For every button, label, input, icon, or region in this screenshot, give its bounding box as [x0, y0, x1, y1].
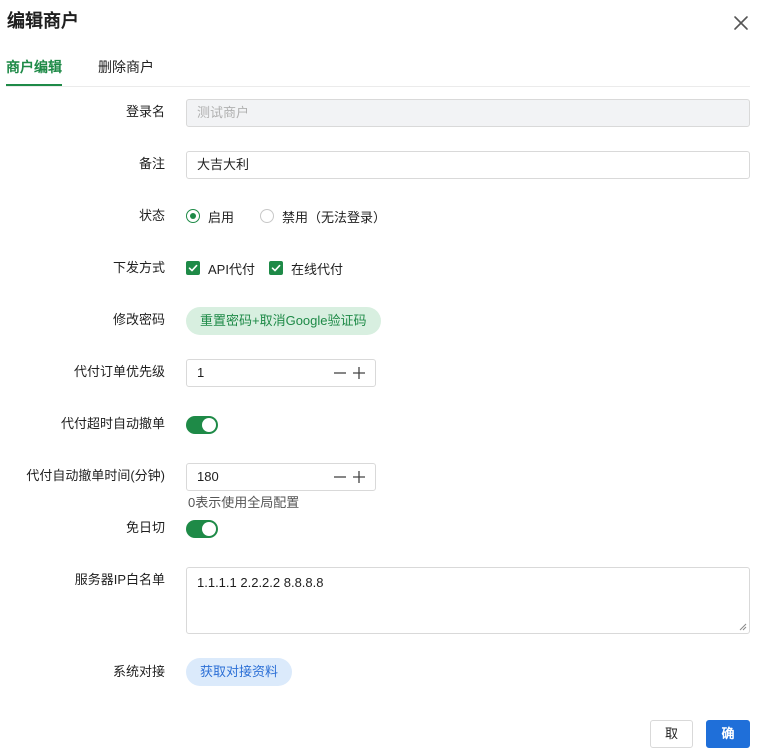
switch-knob: [202, 522, 216, 536]
priority-label: 代付订单优先级: [73, 364, 165, 379]
cancel-time-value: 180: [197, 469, 219, 484]
status-radio-group: 启用 禁用（无法登录）: [186, 206, 412, 226]
dispatch-checkbox-online[interactable]: 在线代付: [268, 259, 343, 278]
edit-merchant-dialog: 编辑商户 商户编辑 删除商户 登录名 测试商户 备注 大吉大利 状态 启用 禁用…: [0, 0, 769, 752]
status-radio-enabled[interactable]: 启用: [186, 207, 234, 226]
cancel-time-hint: 0表示使用全局配置: [188, 495, 300, 510]
priority-stepper[interactable]: 1: [186, 359, 376, 387]
password-label: 修改密码: [112, 312, 165, 327]
status-option-enabled: 启用: [208, 209, 235, 225]
tab-merchant-edit[interactable]: 商户编辑: [6, 57, 62, 77]
priority-value: 1: [197, 365, 205, 380]
minus-icon[interactable]: [333, 470, 347, 484]
checkbox-checked-icon: [268, 261, 283, 275]
tab-delete-merchant[interactable]: 删除商户: [98, 57, 154, 77]
minus-icon[interactable]: [333, 366, 347, 380]
remark-label: 备注: [138, 156, 165, 171]
dispatch-label: 下发方式: [112, 260, 165, 275]
cancel-time-label: 代付自动撤单时间(分钟): [26, 468, 165, 483]
radio-checked-icon: [186, 209, 200, 223]
status-label: 状态: [138, 208, 165, 223]
plus-icon[interactable]: [352, 366, 366, 380]
resize-handle-icon[interactable]: [739, 623, 747, 631]
no-cut-switch[interactable]: [186, 520, 218, 538]
tab-bar: 商户编辑 删除商户: [6, 50, 750, 87]
dispatch-checkbox-group: API代付 在线代付: [186, 258, 357, 278]
cancel-button[interactable]: 取消: [650, 720, 693, 748]
dialog-title: 编辑商户: [7, 11, 79, 31]
get-integration-info-button[interactable]: 获取对接资料: [186, 658, 293, 686]
checkbox-checked-icon: [186, 261, 200, 275]
status-radio-disabled[interactable]: 禁用（无法登录）: [260, 207, 386, 226]
ip-whitelist-textarea[interactable]: 1.1.1.1 2.2.2.2 8.8.8.8: [186, 567, 750, 634]
active-tab-indicator: [6, 84, 62, 86]
dispatch-option-online: 在线代付: [290, 261, 343, 277]
login-name-input[interactable]: 测试商户: [186, 99, 750, 127]
ip-whitelist-label: 服务器IP白名单: [74, 572, 165, 587]
plus-icon[interactable]: [352, 470, 366, 484]
auto-cancel-label: 代付超时自动撤单: [60, 416, 165, 431]
dispatch-checkbox-api[interactable]: API代付: [186, 259, 255, 278]
status-option-disabled: 禁用（无法登录）: [282, 209, 387, 225]
no-cut-label: 免日切: [125, 520, 165, 535]
ip-whitelist-value: 1.1.1.1 2.2.2.2 8.8.8.8: [197, 575, 324, 590]
auto-cancel-switch[interactable]: [186, 416, 218, 434]
login-name-label: 登录名: [125, 104, 165, 119]
reset-password-button[interactable]: 重置密码+取消Google验证码: [186, 307, 381, 335]
cancel-time-stepper[interactable]: 180: [186, 463, 376, 491]
confirm-button[interactable]: 确认: [706, 720, 750, 748]
switch-knob: [202, 418, 216, 432]
dispatch-option-api: API代付: [208, 261, 255, 277]
radio-unchecked-icon: [260, 209, 275, 223]
remark-input[interactable]: 大吉大利: [186, 151, 750, 179]
close-icon[interactable]: [731, 13, 751, 33]
integration-label: 系统对接: [112, 664, 165, 679]
